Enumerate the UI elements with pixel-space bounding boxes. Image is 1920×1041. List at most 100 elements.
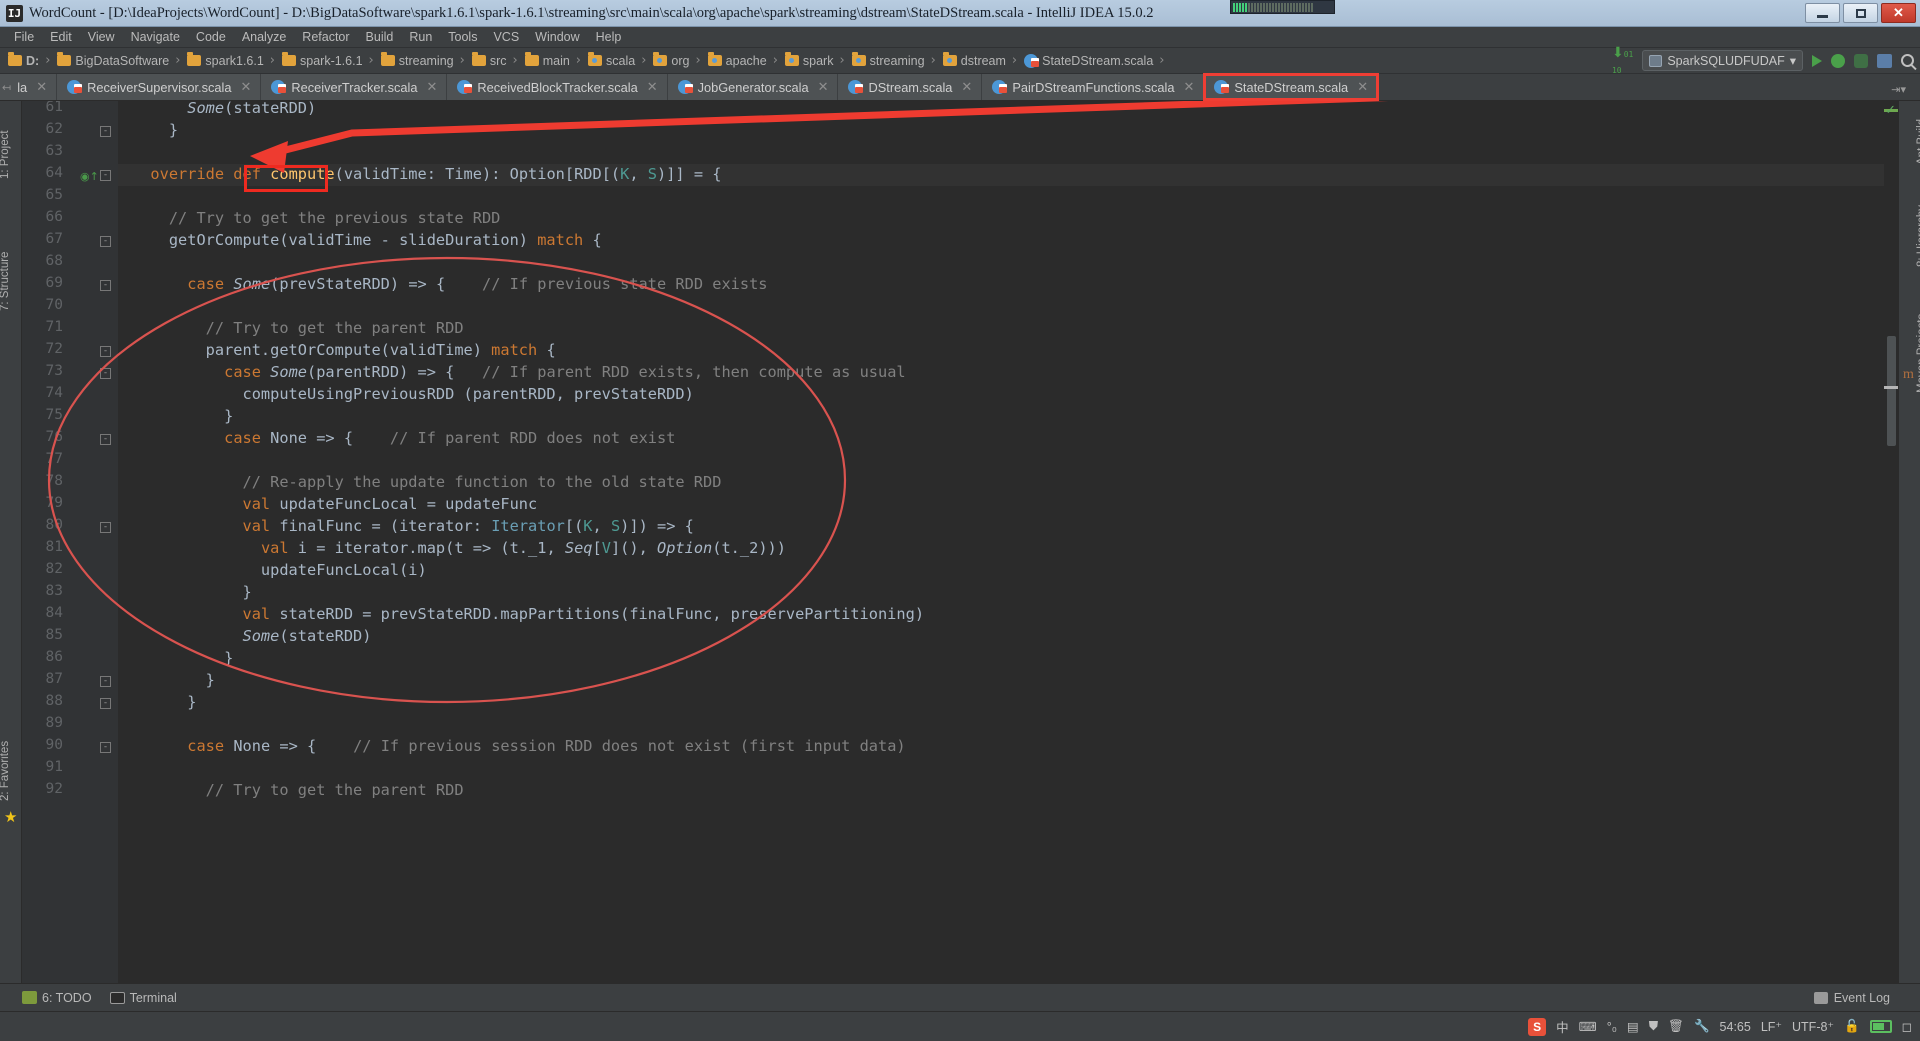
search-everywhere-icon[interactable] bbox=[1901, 54, 1914, 67]
run-configuration-selector[interactable]: SparkSQLUDFUDAF ▾ bbox=[1642, 50, 1803, 71]
download-icon[interactable]: ⬇01 10 bbox=[1612, 45, 1633, 77]
tab-scroll-left-icon[interactable]: ↤ bbox=[2, 81, 11, 94]
close-icon[interactable]: ✕ bbox=[240, 80, 251, 95]
tab-receivertracker-scala[interactable]: ReceiverTracker.scala ✕ bbox=[261, 74, 448, 100]
battery-icon[interactable] bbox=[1869, 1020, 1892, 1033]
close-icon[interactable]: ✕ bbox=[647, 80, 658, 95]
monitor-icon[interactable]: ▤ bbox=[1627, 1019, 1639, 1034]
tool-window-terminal[interactable]: Terminal bbox=[109, 991, 177, 1005]
close-icon[interactable]: ✕ bbox=[818, 80, 829, 95]
tab-list-icon[interactable]: ⇥▾ bbox=[1891, 83, 1906, 96]
code-fold-marker[interactable]: - bbox=[100, 236, 111, 247]
coverage-button[interactable] bbox=[1854, 53, 1868, 68]
breadcrumb-item-streaming-2[interactable]: streaming › bbox=[848, 48, 939, 74]
tab-dstream-scala[interactable]: DStream.scala ✕ bbox=[838, 74, 983, 100]
close-icon[interactable]: ✕ bbox=[961, 80, 972, 95]
debug-button[interactable] bbox=[1831, 53, 1845, 68]
menu-vcs[interactable]: VCS bbox=[485, 28, 527, 46]
sidebar-item-favorites[interactable]: 2: Favorites bbox=[0, 741, 11, 801]
line-number: 81 bbox=[45, 539, 63, 555]
sidebar-item-maven-projects[interactable]: Maven Projects bbox=[1916, 314, 1920, 393]
tab-receivedblocktracker-scala[interactable]: ReceivedBlockTracker.scala ✕ bbox=[447, 74, 668, 100]
sidebar-item-hierarchy[interactable]: 8: Hierarchy bbox=[1916, 205, 1920, 267]
breadcrumb-item-statedstream-file[interactable]: StateDStream.scala › bbox=[1020, 48, 1167, 74]
tab-jobgenerator-scala[interactable]: JobGenerator.scala ✕ bbox=[667, 74, 839, 100]
breadcrumb-item-scala[interactable]: scala › bbox=[584, 48, 649, 74]
code-fold-marker[interactable]: - bbox=[100, 434, 111, 445]
code-fold-marker[interactable]: - bbox=[100, 346, 111, 357]
editor-code-area[interactable]: Some(stateRDD) } override def compute(va… bbox=[118, 101, 1898, 983]
breadcrumb-item-dstream[interactable]: dstream › bbox=[939, 48, 1020, 74]
run-button[interactable] bbox=[1812, 54, 1822, 67]
inspection-ok-icon[interactable]: ✓ bbox=[1885, 103, 1896, 118]
sidebar-item-structure[interactable]: 7: Structure bbox=[0, 252, 11, 311]
editor-gutter[interactable]: 61 62 - 63 64 - 65 66 67 - 68 69 - 70 71 72 - 73 - 74 75 76 - 7… bbox=[22, 101, 118, 983]
mic-icon[interactable]: °₀ bbox=[1607, 1020, 1617, 1034]
tray-extra-icon[interactable]: ◻ bbox=[1902, 1019, 1912, 1034]
breadcrumb-item-spark[interactable]: spark › bbox=[781, 48, 848, 74]
code-fold-marker[interactable]: - bbox=[100, 742, 111, 753]
menu-code[interactable]: Code bbox=[188, 28, 234, 46]
caret-position[interactable]: 54:65 bbox=[1720, 1020, 1751, 1034]
line-separator[interactable]: LF⁺ bbox=[1761, 1019, 1782, 1034]
menu-window[interactable]: Window bbox=[527, 28, 587, 46]
code-fold-marker[interactable]: - bbox=[100, 368, 111, 379]
menu-help[interactable]: Help bbox=[588, 28, 630, 46]
tab-statedstream-scala[interactable]: StateDStream.scala ✕ bbox=[1203, 73, 1380, 101]
editor[interactable]: 61 62 - 63 64 - 65 66 67 - 68 69 - 70 71 72 - 73 - 74 75 76 - 7… bbox=[22, 101, 1898, 983]
breadcrumb-item-spark161[interactable]: spark1.6.1 › bbox=[183, 48, 278, 74]
shield-icon[interactable]: ⛊ bbox=[1649, 1019, 1658, 1034]
menu-file[interactable]: File bbox=[6, 28, 42, 46]
breadcrumb-item-d[interactable]: D: › bbox=[4, 48, 53, 74]
code-fold-marker[interactable]: - bbox=[100, 280, 111, 291]
override-method-gutter-icon[interactable]: ◉↑ bbox=[80, 170, 99, 183]
code-fold-marker[interactable]: - bbox=[100, 170, 111, 181]
line-number: 71 bbox=[45, 319, 63, 335]
sidebar-item-project[interactable]: 1: Project bbox=[0, 130, 11, 179]
sidebar-item-ant-build[interactable]: Ant Build bbox=[1916, 119, 1920, 165]
breadcrumb-item-bigdatasoftware[interactable]: BigDataSoftware › bbox=[53, 48, 183, 74]
breadcrumb-item-spark-161[interactable]: spark-1.6.1 › bbox=[278, 48, 377, 74]
close-icon[interactable]: ✕ bbox=[36, 80, 47, 95]
scrollbar-thumb[interactable] bbox=[1887, 336, 1896, 446]
close-icon[interactable]: ✕ bbox=[1183, 80, 1194, 95]
layout-button[interactable] bbox=[1877, 53, 1892, 68]
tool-window-todo[interactable]: 6: TODO bbox=[22, 991, 92, 1005]
editor-vertical-scrollbar[interactable] bbox=[1884, 101, 1898, 983]
code-fold-marker[interactable]: - bbox=[100, 676, 111, 687]
chevron-right-icon: › bbox=[772, 53, 778, 68]
trash-icon[interactable]: 🗑 bbox=[1668, 1019, 1684, 1034]
close-icon[interactable]: ✕ bbox=[427, 80, 438, 95]
menu-view[interactable]: View bbox=[80, 28, 123, 46]
wrench-icon[interactable]: 🔧 bbox=[1694, 1019, 1710, 1034]
tab-receiversupervisor-scala[interactable]: ReceiverSupervisor.scala ✕ bbox=[57, 74, 262, 100]
menu-edit[interactable]: Edit bbox=[42, 28, 80, 46]
menu-analyze[interactable]: Analyze bbox=[234, 28, 294, 46]
file-encoding[interactable]: UTF-8⁺ bbox=[1792, 1019, 1834, 1034]
keyboard-icon[interactable]: ⌨ bbox=[1579, 1019, 1597, 1034]
maximize-button[interactable] bbox=[1843, 3, 1878, 23]
lock-icon[interactable]: 🔓 bbox=[1844, 1019, 1860, 1034]
tab-pairdstreamfunctions-scala[interactable]: PairDStreamFunctions.scala ✕ bbox=[982, 74, 1205, 100]
breadcrumb-item-streaming[interactable]: streaming › bbox=[377, 48, 468, 74]
close-icon[interactable]: ✕ bbox=[1357, 80, 1368, 95]
close-button[interactable]: ✕ bbox=[1881, 3, 1916, 23]
ime-language[interactable]: 中 bbox=[1556, 1017, 1569, 1036]
code-fold-marker[interactable]: - bbox=[100, 126, 111, 137]
menu-build[interactable]: Build bbox=[358, 28, 402, 46]
tab-partial[interactable]: ↤ la ✕ bbox=[0, 74, 58, 100]
menu-navigate[interactable]: Navigate bbox=[123, 28, 188, 46]
menu-refactor[interactable]: Refactor bbox=[294, 28, 357, 46]
minimized-window-preview[interactable] bbox=[1230, 0, 1335, 14]
code-fold-marker[interactable]: - bbox=[100, 522, 111, 533]
code-fold-marker[interactable]: - bbox=[100, 698, 111, 709]
breadcrumb-item-src[interactable]: src › bbox=[468, 48, 521, 74]
event-log-button[interactable]: Event Log bbox=[1813, 991, 1890, 1005]
minimize-button[interactable] bbox=[1805, 3, 1840, 23]
breadcrumb-item-main[interactable]: main › bbox=[521, 48, 584, 74]
menu-run[interactable]: Run bbox=[401, 28, 440, 46]
breadcrumb-item-org[interactable]: org › bbox=[649, 48, 703, 74]
menu-tools[interactable]: Tools bbox=[440, 28, 485, 46]
breadcrumb-item-apache[interactable]: apache › bbox=[704, 48, 781, 74]
sogou-icon[interactable]: S bbox=[1528, 1017, 1547, 1036]
